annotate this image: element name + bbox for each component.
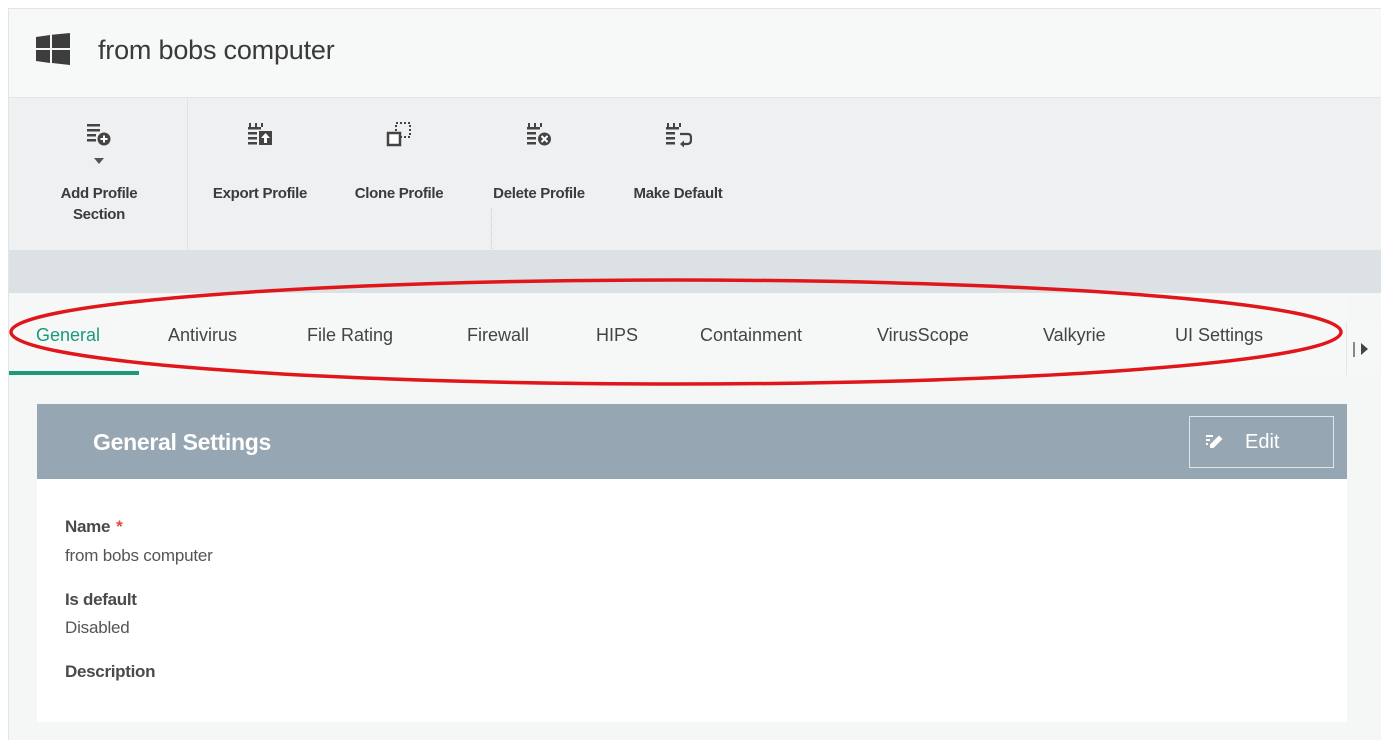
tab-bar: General Antivirus File Rating Firewall H…: [9, 293, 1349, 375]
toolbar: Add Profile Section Export Profile Clone…: [9, 97, 1381, 251]
name-field-label: Name *: [65, 517, 123, 537]
tab-firewall[interactable]: Firewall: [467, 325, 529, 346]
tab-ui-settings[interactable]: UI Settings: [1175, 325, 1263, 346]
panel-header: General Settings Edit: [37, 404, 1347, 479]
tab-valkyrie[interactable]: Valkyrie: [1043, 325, 1106, 346]
description-label: Description: [65, 662, 156, 681]
name-field-value: from bobs computer: [65, 546, 213, 565]
toolbar-dotted-divider: [491, 208, 492, 251]
page-title: from bobs computer: [98, 35, 335, 65]
tab-general[interactable]: General: [36, 325, 100, 346]
is-default-value: Disabled: [65, 618, 130, 637]
make-default-label: Make Default: [633, 185, 723, 202]
clone-icon: [386, 122, 411, 147]
windows-icon: [36, 33, 70, 65]
tab-hips[interactable]: HIPS: [596, 325, 638, 346]
general-settings-panel: General Settings Edit Name * from bobs co…: [37, 404, 1347, 722]
add-profile-section-label-1: Add Profile: [60, 185, 138, 202]
delete-profile-button[interactable]: Delete Profile: [475, 98, 603, 251]
tab-containment[interactable]: Containment: [700, 325, 802, 346]
chevron-right-icon: [1361, 343, 1368, 355]
make-default-icon: [666, 123, 692, 148]
active-tab-indicator: [9, 371, 139, 375]
tab-scroll-right-button[interactable]: [1346, 322, 1381, 375]
add-profile-section-label-2: Section: [72, 206, 126, 223]
name-label-text: Name: [65, 517, 111, 536]
export-profile-label: Export Profile: [212, 185, 308, 202]
list-add-icon: [87, 124, 111, 146]
clone-profile-button[interactable]: Clone Profile: [339, 98, 459, 251]
make-default-button[interactable]: Make Default: [615, 98, 741, 251]
tab-overflow-icon: [1353, 342, 1355, 357]
toolbar-divider: [187, 98, 188, 251]
tab-antivirus[interactable]: Antivirus: [168, 325, 237, 346]
profile-window: from bobs computer Add Profile Section E…: [8, 8, 1381, 740]
edit-label: Edit: [1245, 431, 1280, 453]
chevron-down-icon: [94, 158, 104, 164]
delete-profile-label: Delete Profile: [493, 185, 585, 202]
tab-file-rating[interactable]: File Rating: [307, 325, 393, 346]
panel-title: General Settings: [93, 429, 271, 455]
add-profile-section-button[interactable]: Add Profile Section: [9, 98, 159, 251]
delete-icon: [527, 123, 551, 146]
is-default-label: Is default: [65, 590, 137, 609]
edit-button[interactable]: Edit: [1189, 416, 1334, 468]
export-icon: [248, 123, 272, 145]
tab-virusscope[interactable]: VirusScope: [877, 325, 969, 346]
title-bar: from bobs computer: [9, 9, 1381, 97]
pencil-icon: [1206, 435, 1223, 448]
clone-profile-label: Clone Profile: [354, 185, 444, 202]
toolbar-bottom-strip: [9, 250, 1381, 293]
export-profile-button[interactable]: Export Profile: [197, 98, 323, 251]
required-marker: *: [116, 517, 123, 536]
